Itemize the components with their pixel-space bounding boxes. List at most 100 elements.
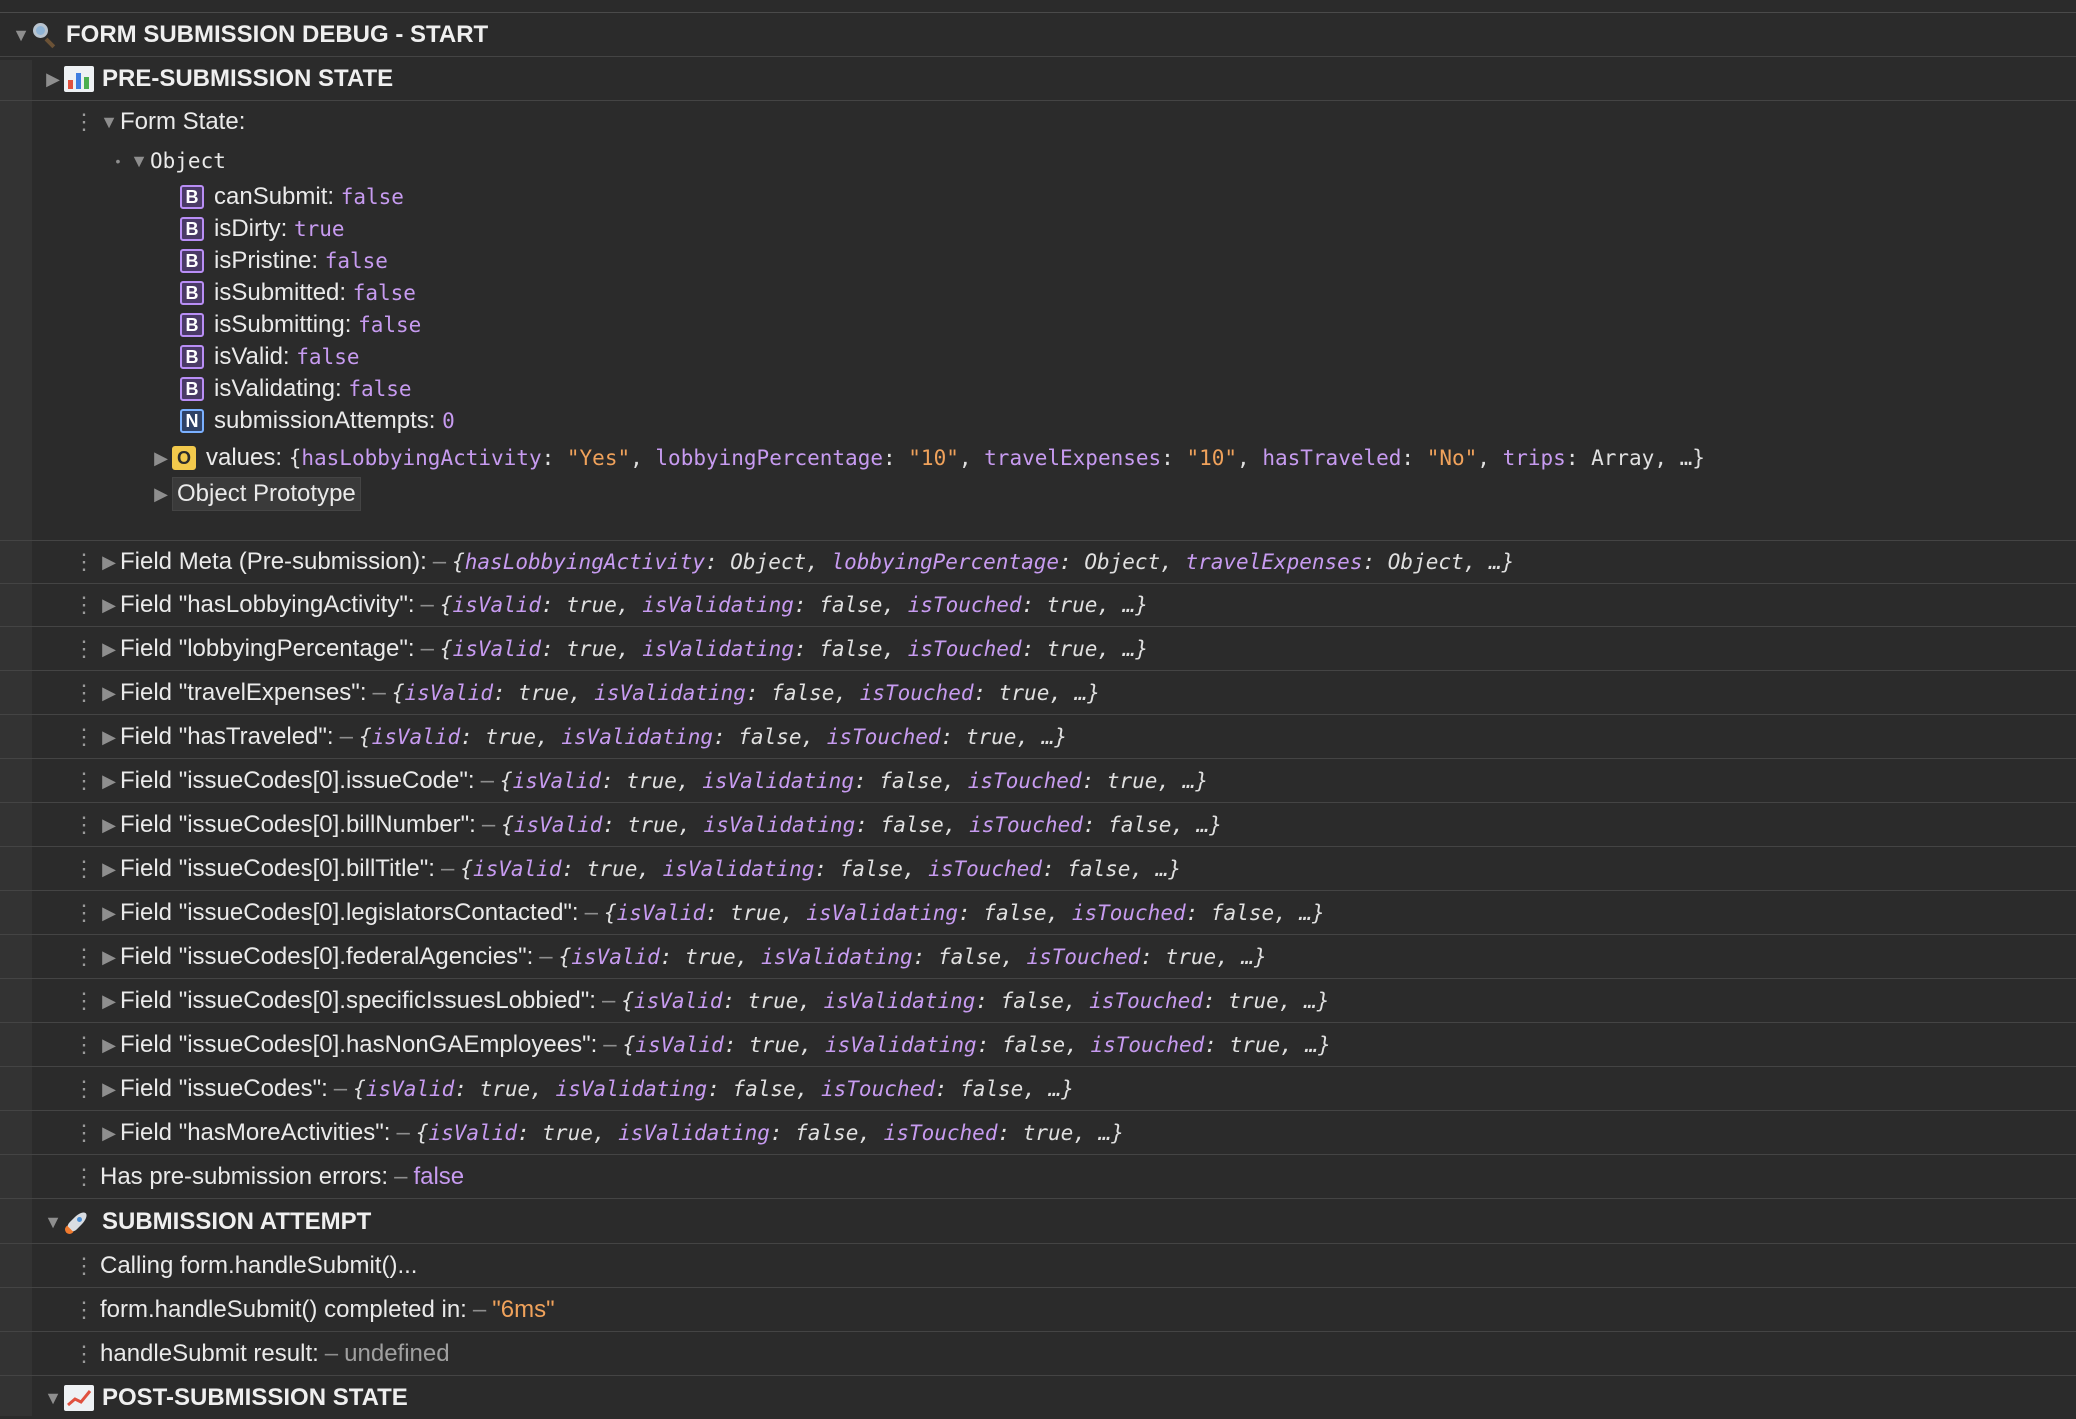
dash-separator: – — [584, 899, 598, 926]
preview-colon: : — [541, 446, 567, 470]
log-entry-icon: ⋮ — [73, 988, 95, 1014]
log-entry-field[interactable]: ⋮ ▶ Field "issueCodes[0].legislatorsContac… — [0, 892, 2076, 935]
preview-key: isValid — [571, 945, 660, 969]
object-prop-values[interactable]: ▶ O values: {hasLobbyingActivity: "Yes",… — [0, 440, 2076, 476]
preview-key: isValidating — [702, 769, 854, 793]
log-entry-field[interactable]: ⋮ ▶ Field "travelExpenses": – {isValid: true… — [0, 672, 2076, 715]
log-entry-field[interactable]: ⋮ ▶ Field "hasTraveled": – {isValid: true, i… — [0, 716, 2076, 759]
caret-right-icon[interactable]: ▶ — [98, 815, 120, 836]
log-entry-field[interactable]: ⋮ ▶ Field "lobbyingPercentage": – {isValid: … — [0, 628, 2076, 671]
log-label: Field "issueCodes[0].billTitle": — [120, 855, 435, 882]
preview-value: : true, — [601, 769, 703, 793]
caret-right-icon[interactable]: ▶ — [98, 1079, 120, 1100]
prop-colon: : — [339, 279, 353, 306]
preview-value: : false, — [976, 1033, 1091, 1057]
caret-right-icon[interactable]: ▶ — [42, 69, 64, 90]
preview-colon: : — [1565, 446, 1592, 470]
prop-key: canSubmit — [214, 183, 328, 210]
group-title: SUBMISSION ATTEMPT — [102, 1208, 372, 1235]
log-entry-field[interactable]: ⋮ ▶ Field "issueCodes[0].billTitle": – {isVa… — [0, 848, 2076, 891]
caret-right-icon[interactable]: ▶ — [98, 771, 120, 792]
group-header-pre-submission-state[interactable]: ▶ PRE-SUBMISSION STATE — [0, 58, 2076, 101]
prop-key: isDirty — [214, 215, 281, 242]
log-entry-field[interactable]: ⋮ ▶ Field "issueCodes[0].federalAgencies":… — [0, 936, 2076, 979]
log-entry-icon: ⋮ — [73, 724, 95, 750]
preview-key: isTouched — [928, 857, 1042, 881]
preview-value: : true, — [722, 989, 824, 1013]
preview-key: isValidating — [594, 681, 746, 705]
caret-right-icon[interactable]: ▶ — [98, 552, 120, 573]
caret-right-icon[interactable]: ▶ — [98, 859, 120, 880]
log-entry-icon: ⋮ — [73, 768, 95, 794]
caret-right-icon[interactable]: ▶ — [98, 639, 120, 660]
log-entry-field[interactable]: ⋮ ▶ Field "hasMoreActivities": – {isValid: t… — [0, 1112, 2076, 1155]
field-preview: {isValid: true, isValidating: false, isT… — [440, 593, 1148, 617]
log-label: Field "issueCodes[0].specificIssuesLobbi… — [120, 987, 596, 1014]
preview-value: : true, — [723, 1033, 825, 1057]
log-label: Field "issueCodes": — [120, 1075, 328, 1102]
log-entry-field-meta[interactable]: ⋮ ▶ Field Meta (Pre-submission): – {hasL… — [0, 540, 2076, 584]
brace: { — [415, 1121, 429, 1145]
type-badge: B — [180, 377, 204, 401]
caret-right-icon[interactable]: ▶ — [98, 903, 120, 924]
caret-down-icon[interactable]: ▼ — [128, 151, 150, 172]
caret-right-icon[interactable]: ▶ — [98, 595, 120, 616]
object-tree-root[interactable]: • ▼ Object — [0, 142, 2076, 180]
preview-tail: …} — [1488, 550, 1515, 574]
preview-key: hasLobbyingActivity — [301, 446, 542, 470]
caret-right-icon[interactable]: ▶ — [98, 991, 120, 1012]
preview-key: isValid — [633, 989, 723, 1013]
object-prototype-row[interactable]: ▶ Object Prototype — [0, 476, 2076, 512]
log-entry-field[interactable]: ⋮ ▶ Field "issueCodes[0].specificIssuesLob… — [0, 980, 2076, 1023]
preview-key: isValidating — [642, 593, 794, 617]
preview-value: "Yes" — [566, 446, 631, 470]
log-entry-field[interactable]: ⋮ ▶ Field "hasLobbyingActivity": – {isValid:… — [0, 584, 2076, 627]
preview-key: isTouched — [907, 593, 1022, 617]
prop-key: isValidating — [214, 375, 335, 402]
preview-value: : true, — [659, 945, 761, 969]
caret-right-icon[interactable]: ▶ — [150, 448, 172, 469]
log-entry-icon: ⋮ — [73, 680, 95, 706]
caret-right-icon[interactable]: ▶ — [150, 484, 172, 505]
log-entry-field[interactable]: ⋮ ▶ Field "issueCodes[0].billNumber": – {isV… — [0, 804, 2076, 847]
caret-down-icon[interactable]: ▼ — [42, 1388, 64, 1409]
log-label: Field "issueCodes[0].issueCode": — [120, 767, 475, 794]
log-entry-field[interactable]: ⋮ ▶ Field "issueCodes[0].hasNonGAEmployees… — [0, 1024, 2076, 1067]
log-label: Has pre-submission errors: — [100, 1163, 389, 1190]
dash-separator: – — [420, 635, 434, 662]
dash-separator: – — [472, 1296, 487, 1323]
dash-separator: – — [396, 1119, 410, 1146]
preview-key: isTouched — [826, 725, 941, 749]
preview-key: isValidating — [618, 1121, 770, 1145]
dash-separator: – — [603, 1031, 617, 1058]
brace: { — [439, 637, 453, 661]
caret-down-icon[interactable]: ▼ — [42, 1212, 64, 1233]
preview-key: isValid — [513, 813, 603, 837]
preview-key: isTouched — [821, 1077, 935, 1101]
dash-separator: – — [420, 591, 434, 618]
object-label: Object — [150, 149, 226, 173]
group-header-submission-attempt[interactable]: ▼ SUBMISSION ATTEMPT — [0, 1201, 2076, 1244]
caret-right-icon[interactable]: ▶ — [98, 1035, 120, 1056]
group-header-post-submission-state[interactable]: ▼ POST-SUBMISSION STATE — [0, 1377, 2076, 1419]
dash-separator: – — [394, 1163, 408, 1190]
caret-right-icon[interactable]: ▶ — [98, 727, 120, 748]
log-entry-form-state[interactable]: ⋮ ▼ Form State: — [0, 102, 2076, 142]
caret-right-icon[interactable]: ▶ — [98, 1123, 120, 1144]
field-preview: {isValid: true, isValidating: false, isT… — [500, 769, 1208, 793]
preview-value: Object — [730, 550, 807, 574]
preview-key: isTouched — [1089, 989, 1203, 1013]
caret-right-icon[interactable]: ▶ — [98, 947, 120, 968]
preview-key: isValid — [371, 725, 461, 749]
preview-value: : true, …} — [997, 1121, 1124, 1145]
caret-down-icon[interactable]: ▼ — [98, 112, 120, 133]
log-entry-field[interactable]: ⋮ ▶ Field "issueCodes": – {isValid: true, is… — [0, 1068, 2076, 1111]
preview-value: : true, — [460, 725, 562, 749]
caret-down-icon[interactable]: ▼ — [10, 25, 32, 46]
object-prop-isPristine: BisPristine: false — [0, 245, 2076, 277]
caret-right-icon[interactable]: ▶ — [98, 683, 120, 704]
preview-value: : true, …} — [940, 725, 1068, 749]
log-entry-field[interactable]: ⋮ ▶ Field "issueCodes[0].issueCode": – {isVa… — [0, 760, 2076, 803]
brace: { — [558, 945, 572, 969]
group-header-form-submission-debug[interactable]: ▼ FORM SUBMISSION DEBUG - START — [0, 14, 2076, 57]
